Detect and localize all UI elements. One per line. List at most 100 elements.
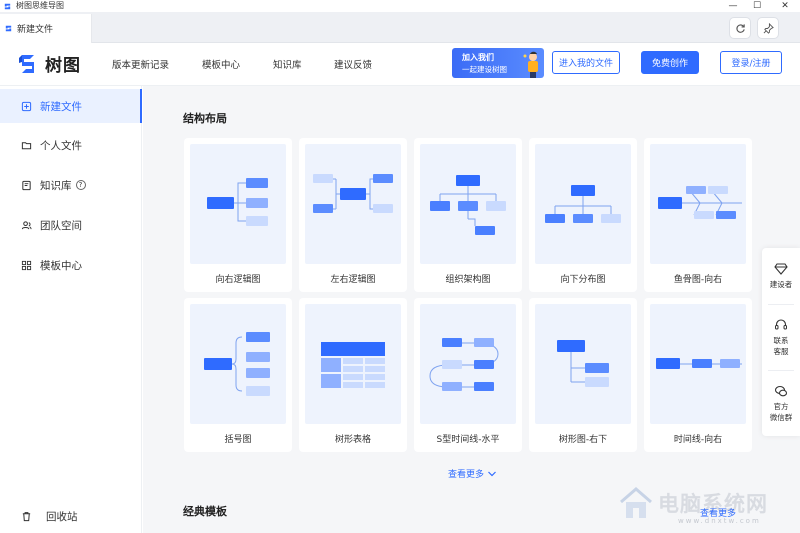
brand-logo[interactable]: 树图 xyxy=(16,51,81,76)
free-create-button[interactable]: 免费创作 xyxy=(641,51,699,74)
grid-icon xyxy=(21,260,32,270)
app-logo-icon xyxy=(4,3,11,9)
card-thumbnail xyxy=(650,304,746,424)
template-card-left-right-logic[interactable]: 左右逻辑图 xyxy=(299,138,407,292)
card-thumbnail xyxy=(650,144,746,264)
s-timeline-diagram xyxy=(429,338,499,391)
promo-line-1: 加入我们 xyxy=(462,53,494,62)
down-distribution-diagram xyxy=(545,185,621,223)
bracket-diagram xyxy=(204,332,270,396)
sidebar-item-label: 团队空间 xyxy=(40,219,82,232)
close-button[interactable]: ✕ xyxy=(770,0,800,12)
house-watermark-icon xyxy=(620,487,652,518)
contact-support[interactable]: 联系 客服 xyxy=(762,318,800,357)
card-label: 向右逻辑图 xyxy=(215,275,261,285)
sidebar-item-label: 新建文件 xyxy=(40,100,82,113)
sidebar-item-knowledge-base[interactable]: 知识库 ? xyxy=(0,168,142,202)
section-title-structure: 结构布局 xyxy=(183,112,227,125)
card-thumbnail xyxy=(420,144,516,264)
card-label: 向下分布图 xyxy=(560,275,606,285)
tab-new-file[interactable]: 新建文件 xyxy=(0,14,92,43)
promo-line-2: 一起建设树图 xyxy=(462,65,507,74)
template-card-fishbone-right[interactable]: 鱼骨图-向右 xyxy=(644,138,752,292)
nav-changelog[interactable]: 版本更新记录 xyxy=(112,57,169,71)
shutu-logo-icon xyxy=(19,54,34,73)
pin-button[interactable] xyxy=(757,17,779,39)
tree-table-diagram xyxy=(321,342,385,388)
section-title-classic: 经典模板 xyxy=(183,505,227,518)
enter-my-files-button[interactable]: 进入我的文件 xyxy=(552,51,620,74)
see-more-label: 查看更多 xyxy=(448,470,485,480)
wechat-label-1: 官方 xyxy=(773,402,789,411)
refresh-icon xyxy=(735,23,745,33)
org-chart-diagram xyxy=(430,175,506,235)
builder-label: 建设者 xyxy=(769,280,793,289)
sidebar: 新建文件 个人文件 知识库 ? 团队空间 模板中心 回收站 xyxy=(0,86,142,533)
help-icon[interactable]: ? xyxy=(75,180,86,190)
refresh-button[interactable] xyxy=(729,17,751,39)
main-content: 结构布局 向右逻辑图 左右逻辑图 组织架构图 向下分布图 鱼骨图-向右 括号图 … xyxy=(143,86,800,533)
nav-feedback[interactable]: 建议反馈 xyxy=(334,57,372,71)
sidebar-item-personal-files[interactable]: 个人文件 xyxy=(0,128,142,162)
template-card-right-logic[interactable]: 向右逻辑图 xyxy=(184,138,292,292)
card-label: 树形表格 xyxy=(334,435,371,445)
card-thumbnail xyxy=(305,304,401,424)
new-file-icon xyxy=(21,101,32,111)
builder-entry[interactable]: 建设者 xyxy=(762,262,800,290)
divider xyxy=(768,304,794,305)
card-thumbnail xyxy=(535,144,631,264)
template-card-timeline-right[interactable]: 时间线-向右 xyxy=(644,298,752,452)
sidebar-item-recycle-bin[interactable]: 回收站 xyxy=(0,499,142,533)
tab-label: 新建文件 xyxy=(17,25,54,35)
see-more-link[interactable]: 查看更多 xyxy=(448,467,497,480)
card-label: 组织架构图 xyxy=(445,275,491,285)
card-label: 树形图-右下 xyxy=(558,435,608,445)
card-label: 时间线-向右 xyxy=(673,435,723,445)
nav-knowledge-base[interactable]: 知识库 xyxy=(273,57,302,71)
sidebar-item-label: 个人文件 xyxy=(40,139,82,152)
divider xyxy=(768,370,794,371)
template-card-s-timeline[interactable]: S型时间线-水平 xyxy=(414,298,522,452)
headset-icon xyxy=(775,319,787,330)
sidebar-item-label: 知识库 xyxy=(40,179,72,192)
floating-help-panel: 建设者 联系 客服 官方 微信群 xyxy=(762,248,800,436)
template-card-down-distribution[interactable]: 向下分布图 xyxy=(529,138,637,292)
card-label: S型时间线-水平 xyxy=(436,435,500,445)
card-thumbnail xyxy=(535,304,631,424)
watermark-overlay-text: 查看更多 xyxy=(700,509,737,519)
sidebar-item-team-space[interactable]: 团队空间 xyxy=(0,208,142,242)
contact-label-2: 客服 xyxy=(773,347,789,356)
card-thumbnail xyxy=(305,144,401,264)
official-wechat-group[interactable]: 官方 微信群 xyxy=(762,384,800,423)
team-icon xyxy=(21,220,32,229)
brand-name: 树图 xyxy=(45,56,81,76)
login-register-button[interactable]: 登录/注册 xyxy=(720,51,782,74)
sidebar-item-label: 回收站 xyxy=(46,510,78,523)
tab-logo-icon xyxy=(5,25,12,32)
pin-icon xyxy=(763,22,774,34)
card-thumbnail xyxy=(190,304,286,424)
template-card-bracket[interactable]: 括号图 xyxy=(184,298,292,452)
card-label: 左右逻辑图 xyxy=(330,275,376,285)
card-thumbnail xyxy=(190,144,286,264)
timeline-right-diagram xyxy=(656,358,742,369)
card-thumbnail xyxy=(420,304,516,424)
trash-icon xyxy=(22,511,31,521)
template-card-tree-right-down[interactable]: 树形图-右下 xyxy=(529,298,637,452)
left-right-logic-diagram xyxy=(313,174,393,213)
maximize-button[interactable]: ☐ xyxy=(742,0,772,12)
join-us-banner[interactable]: 加入我们 一起建设树图 xyxy=(452,48,544,78)
title-bar: 树图思维导图 — ☐ ✕ xyxy=(0,0,800,12)
wechat-label-2: 微信群 xyxy=(769,413,793,422)
nav-template-center[interactable]: 模板中心 xyxy=(202,57,240,71)
sidebar-item-template-center[interactable]: 模板中心 xyxy=(0,248,142,282)
sidebar-item-new-file[interactable]: 新建文件 xyxy=(0,89,142,123)
tab-strip: 新建文件 xyxy=(0,12,800,43)
tree-right-down-diagram xyxy=(557,340,609,387)
contact-label-1: 联系 xyxy=(773,336,789,345)
folder-icon xyxy=(21,141,32,149)
template-card-org-chart[interactable]: 组织架构图 xyxy=(414,138,522,292)
template-card-tree-table[interactable]: 树形表格 xyxy=(299,298,407,452)
book-icon xyxy=(22,180,31,190)
fishbone-diagram xyxy=(658,186,742,219)
